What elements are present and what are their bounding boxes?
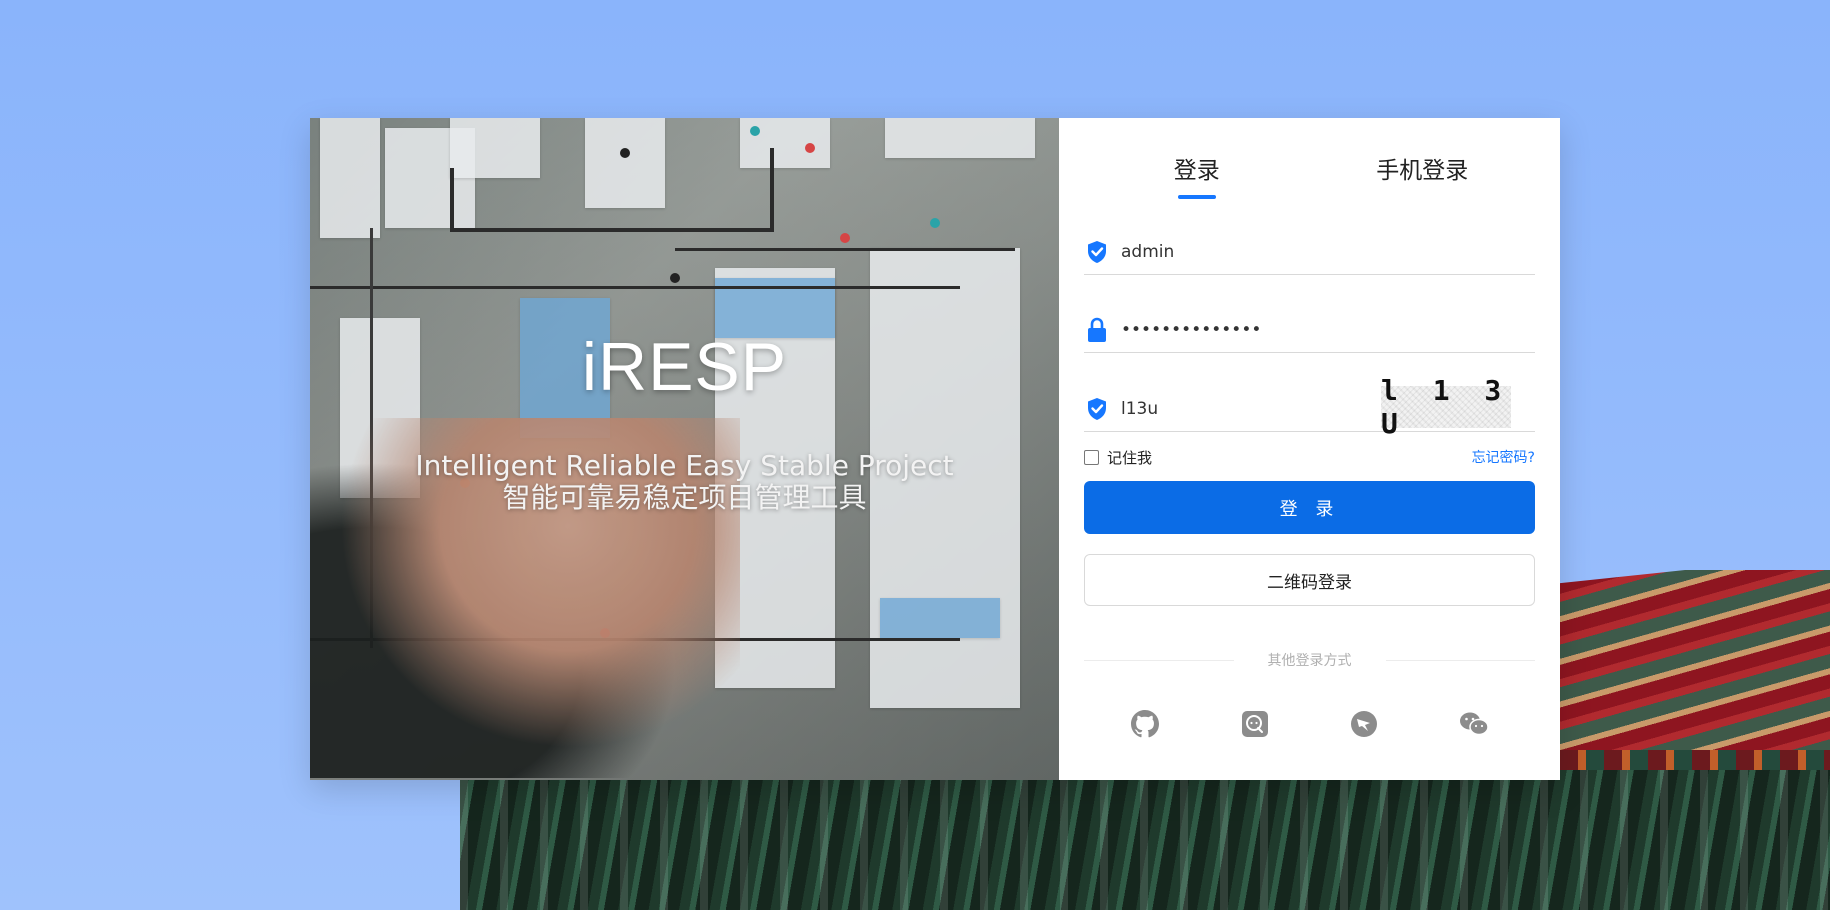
tab-account-login[interactable]: 登录	[1122, 151, 1272, 193]
forgot-password-link[interactable]: 忘记密码?	[1472, 447, 1535, 467]
brand-logo: iRESP	[581, 329, 788, 405]
shield-check-icon	[1085, 397, 1109, 421]
username-input[interactable]	[1121, 241, 1535, 262]
brand-subtitle-en: Intelligent Reliable Easy Stable Project	[415, 449, 954, 482]
github-icon[interactable]	[1129, 708, 1161, 740]
qr-login-button[interactable]: 二维码登录	[1084, 554, 1535, 606]
login-card: iRESP Intelligent Reliable Easy Stable P…	[310, 118, 1560, 780]
remember-me[interactable]: 记住我	[1084, 447, 1152, 468]
password-input[interactable]	[1121, 319, 1535, 340]
lock-icon	[1085, 317, 1109, 342]
chat-bubble-icon[interactable]	[1239, 708, 1271, 740]
login-options: 记住我 忘记密码?	[1084, 446, 1535, 468]
other-login-divider: 其他登录方式	[1084, 650, 1535, 670]
shield-check-icon	[1085, 240, 1109, 264]
tab-phone-login[interactable]: 手机登录	[1347, 151, 1497, 193]
login-button[interactable]: 登 录	[1084, 481, 1535, 534]
other-login-label: 其他登录方式	[1267, 653, 1352, 669]
brand-block: iRESP Intelligent Reliable Easy Stable P…	[310, 328, 1059, 514]
username-field	[1084, 229, 1535, 275]
bird-icon[interactable]	[1348, 708, 1380, 740]
captcha-image[interactable]: l 1 3 U	[1381, 374, 1511, 440]
brand-subtitle-zh: 智能可靠易稳定项目管理工具	[502, 481, 867, 514]
social-login-row	[1084, 708, 1535, 740]
login-tabs: 登录 手机登录	[1084, 118, 1535, 193]
password-field	[1084, 307, 1535, 353]
remember-me-checkbox[interactable]	[1084, 449, 1099, 465]
wechat-icon[interactable]	[1458, 708, 1490, 740]
hero-panel: iRESP Intelligent Reliable Easy Stable P…	[310, 118, 1059, 780]
captcha-field: l 1 3 U	[1084, 374, 1535, 440]
remember-me-label: 记住我	[1107, 448, 1153, 467]
login-panel: 登录 手机登录 l 1 3 U 记住我	[1059, 118, 1560, 780]
